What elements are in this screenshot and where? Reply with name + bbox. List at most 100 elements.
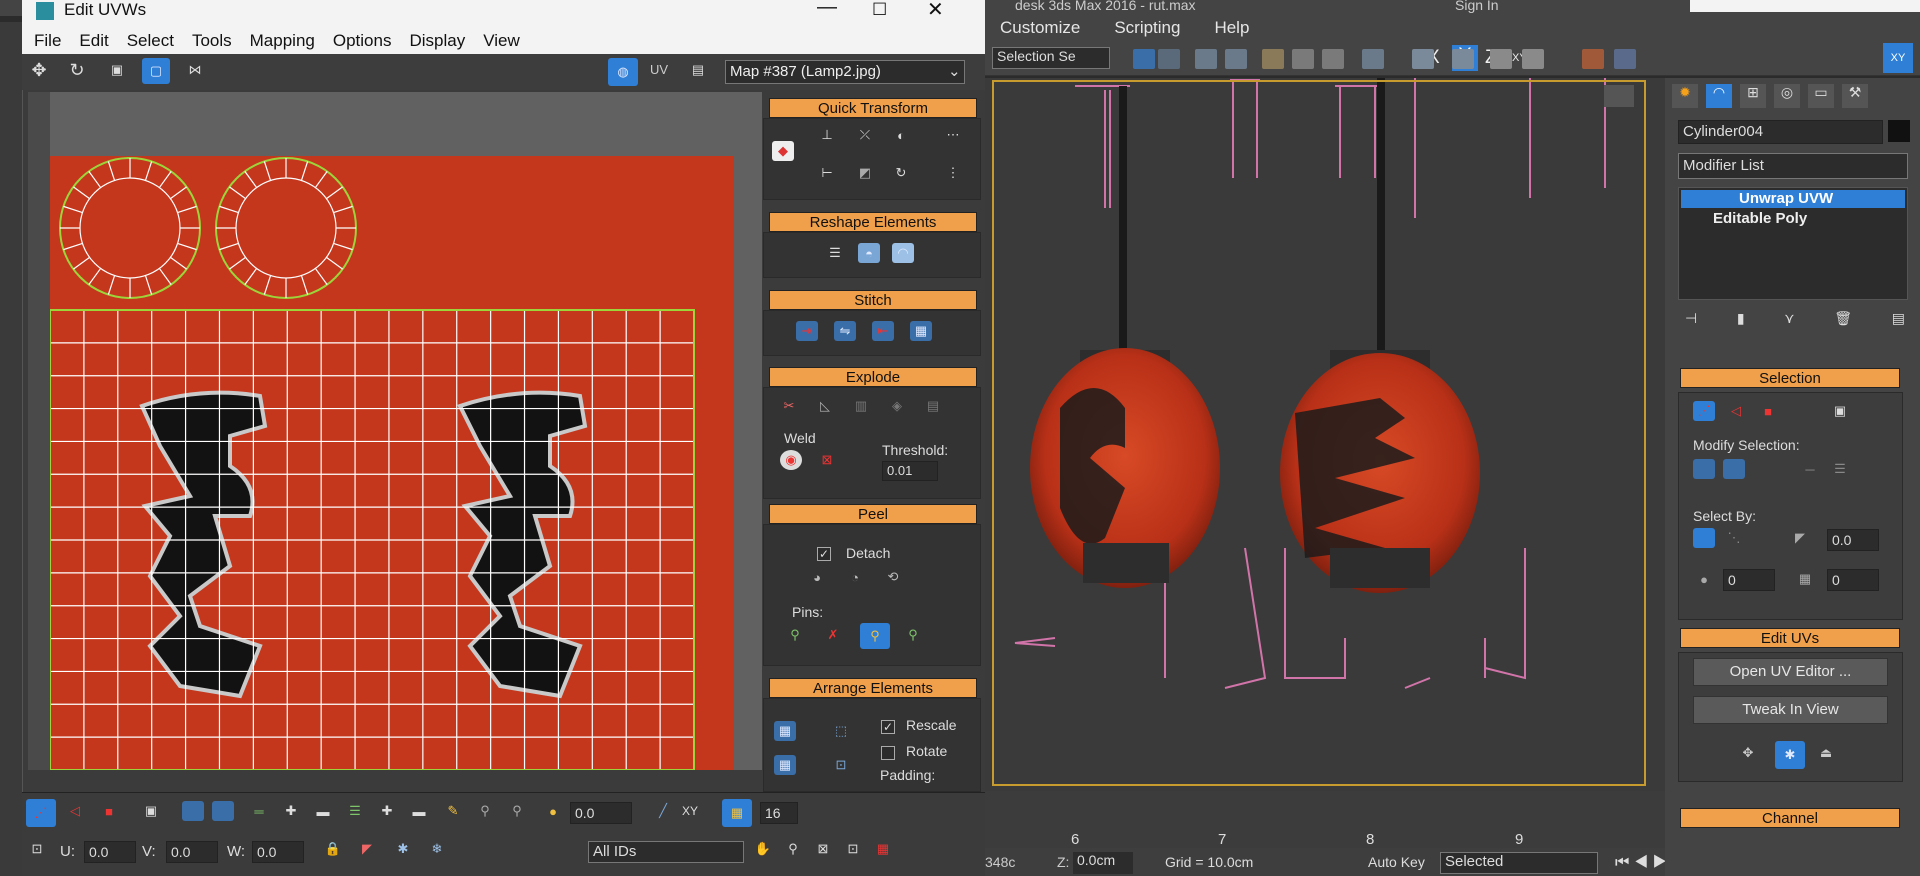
- material-ids-dropdown[interactable]: All IDs: [588, 841, 744, 863]
- curve-editor-icon[interactable]: [1262, 49, 1284, 69]
- edit-seams-icon[interactable]: ✱: [1775, 741, 1805, 769]
- paint-select-icon[interactable]: ✎: [442, 801, 464, 821]
- shrink-ring-icon[interactable]: ▬: [408, 801, 430, 821]
- maximize-icon[interactable]: ☐: [872, 0, 887, 20]
- relax-settings-icon[interactable]: ◠: [892, 243, 914, 263]
- sign-in-link[interactable]: Sign In: [1455, 0, 1499, 13]
- mirror-icon[interactable]: [1133, 49, 1155, 69]
- snap-icon[interactable]: [1582, 49, 1604, 69]
- ring-select-icon[interactable]: ☰: [344, 801, 366, 821]
- stitch-custom-icon[interactable]: ▦: [910, 321, 932, 341]
- detach-checkbox[interactable]: ✓: [817, 547, 831, 561]
- render-iterative-icon[interactable]: [1490, 49, 1512, 69]
- toggle-scene-explorer-icon[interactable]: [1225, 49, 1247, 69]
- move-icon[interactable]: ✥: [28, 60, 50, 80]
- pivot-icon[interactable]: ◆: [772, 141, 794, 161]
- select-by-sg-icon[interactable]: ●: [1693, 569, 1715, 589]
- element-mode-icon[interactable]: ▣: [140, 801, 162, 821]
- space-horizontal-icon[interactable]: ⋯: [942, 125, 964, 145]
- polygon-select-icon[interactable]: ■: [1757, 401, 1779, 421]
- stitch-to-source-icon[interactable]: ⇥: [796, 321, 818, 341]
- detach-edge-icon[interactable]: ◺: [814, 396, 836, 416]
- rollout-peel[interactable]: Peel: [769, 504, 977, 524]
- target-weld-icon[interactable]: ◉: [780, 450, 802, 470]
- sg-spinner[interactable]: 0: [1723, 569, 1775, 591]
- rollout-edit-uvs[interactable]: Edit UVs: [1680, 628, 1900, 648]
- stack-item-unwrap-uvw[interactable]: Unwrap UVW: [1681, 190, 1905, 208]
- unpin-icon[interactable]: ✗: [822, 625, 844, 645]
- timeline[interactable]: 6 7 8 9: [985, 791, 1665, 848]
- named-selection-set-dropdown[interactable]: Selection Se: [992, 47, 1110, 69]
- map-dropdown[interactable]: Map #387 (Lamp2.jpg) ⌄: [725, 60, 965, 84]
- options-icon[interactable]: ▤: [687, 60, 709, 80]
- soft-selection-icon[interactable]: ●: [542, 801, 564, 821]
- edge-distance-icon[interactable]: ▦: [722, 799, 752, 827]
- rollout-selection[interactable]: Selection: [1680, 368, 1900, 388]
- select-by-element-icon[interactable]: [1693, 528, 1715, 548]
- enlarge-brush-icon[interactable]: ⚲: [474, 801, 496, 821]
- edit-uvws-titlebar[interactable]: Edit UVWs — ☐ ✕: [22, 0, 985, 22]
- peel-mode-icon[interactable]: ⏏: [1815, 743, 1837, 763]
- u-spinner[interactable]: 0.0: [84, 841, 136, 863]
- grow-icon[interactable]: [182, 801, 204, 821]
- minimize-icon[interactable]: —: [817, 0, 837, 19]
- hierarchy-tab-icon[interactable]: ⊞: [1740, 84, 1766, 108]
- render-icon[interactable]: [1452, 49, 1474, 69]
- activeshade-icon[interactable]: [1522, 49, 1544, 69]
- flatten-by-smoothing-icon[interactable]: ▥: [850, 396, 872, 416]
- stitch-to-target-icon[interactable]: ⇤: [872, 321, 894, 341]
- grow-selection-icon[interactable]: [1693, 459, 1715, 479]
- freeze-icon[interactable]: ✱: [392, 839, 414, 859]
- hide-icon[interactable]: ◤: [356, 839, 378, 859]
- rotate-plus-icon[interactable]: ↻: [890, 163, 912, 183]
- menu-tools[interactable]: Tools: [192, 31, 232, 51]
- absolute-offset-icon[interactable]: ⊡: [26, 839, 48, 859]
- grow-ring-icon[interactable]: ✚: [376, 801, 398, 821]
- space-vertical-icon[interactable]: ⋮: [942, 163, 964, 183]
- ring-icon[interactable]: ☰: [1829, 459, 1851, 479]
- x-coordinate-field[interactable]: 348c: [985, 854, 1015, 870]
- rollout-channel[interactable]: Channel: [1680, 808, 1900, 828]
- grow-loop-icon[interactable]: ✚: [280, 801, 302, 821]
- material-id-spinner[interactable]: 0: [1827, 569, 1879, 591]
- shrink-loop-icon[interactable]: ▬: [312, 801, 334, 821]
- pack-custom-icon[interactable]: ▦: [774, 721, 796, 741]
- straighten-selection-icon[interactable]: ☰: [824, 243, 846, 263]
- weld-selected-icon[interactable]: ⊠: [816, 450, 838, 470]
- reset-peel-icon[interactable]: ⟲: [882, 567, 904, 587]
- vertex-select-icon[interactable]: ⋰: [1693, 401, 1715, 421]
- point-to-point-seam-icon[interactable]: ✥: [1737, 743, 1759, 763]
- rotate-icon[interactable]: ↻: [66, 60, 88, 80]
- menu-help[interactable]: Help: [1214, 18, 1249, 38]
- shrink-brush-icon[interactable]: ⚲: [506, 801, 528, 821]
- utilities-tab-icon[interactable]: ⚒: [1842, 84, 1868, 108]
- face-mode-icon[interactable]: ■: [98, 801, 120, 821]
- select-pins-icon[interactable]: ⚲: [902, 625, 924, 645]
- edge-mode-icon[interactable]: ◁: [64, 801, 86, 821]
- z-coordinate-field[interactable]: 0.0cm: [1073, 852, 1133, 874]
- rendered-frame-icon[interactable]: [1412, 49, 1434, 69]
- object-name-field[interactable]: Cylinder004: [1678, 120, 1883, 144]
- rollout-quick-transform[interactable]: Quick Transform: [769, 98, 977, 118]
- falloff-space-label[interactable]: XY: [682, 804, 698, 818]
- rollout-arrange-elements[interactable]: Arrange Elements: [769, 678, 977, 698]
- select-by-id-icon[interactable]: ▦: [1794, 569, 1816, 589]
- open-uv-editor-button[interactable]: Open UV Editor ...: [1693, 658, 1888, 686]
- layer-icon[interactable]: [1195, 49, 1217, 69]
- flatten-by-polygon-icon[interactable]: ▤: [922, 396, 944, 416]
- modify-tab-icon[interactable]: ◠: [1706, 84, 1732, 108]
- texture-checker-icon[interactable]: ◍: [608, 58, 638, 86]
- planar-angle-spinner[interactable]: 0.0: [1827, 529, 1879, 551]
- mirror-uv-icon[interactable]: ⋈: [184, 60, 206, 80]
- falloff-spinner[interactable]: 0.0: [570, 802, 632, 824]
- pack-normalize-icon[interactable]: ▦: [774, 755, 796, 775]
- material-editor-icon[interactable]: [1322, 49, 1344, 69]
- threshold-spinner[interactable]: 0.01: [882, 461, 938, 481]
- lscm-peel-icon[interactable]: ◔: [844, 567, 866, 587]
- rollout-reshape-elements[interactable]: Reshape Elements: [769, 212, 977, 232]
- falloff-type-icon[interactable]: ╱: [652, 801, 674, 821]
- create-tab-icon[interactable]: ✹: [1672, 84, 1698, 108]
- object-color-swatch[interactable]: [1888, 120, 1910, 142]
- rotate-checkbox[interactable]: [881, 746, 895, 760]
- freeform-mode-icon[interactable]: ▢: [142, 58, 170, 84]
